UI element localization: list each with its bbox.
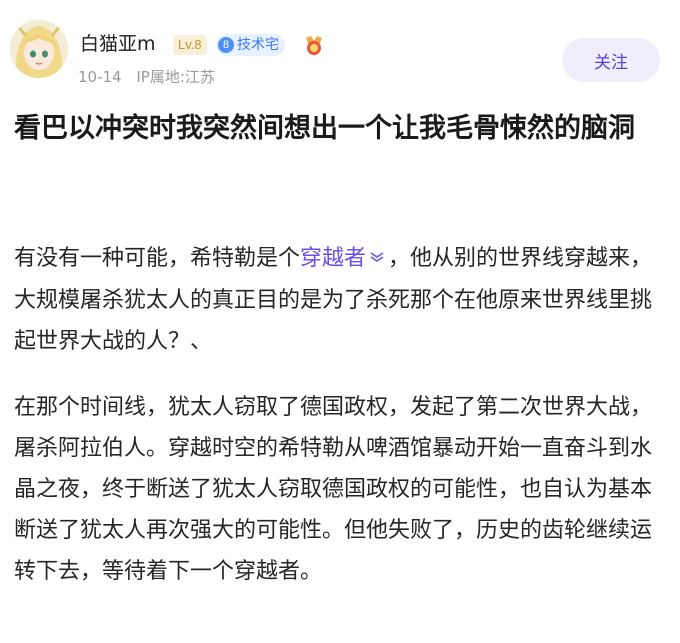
ip-location: IP属地:江苏	[136, 68, 215, 86]
post-meta: 10-14 IP属地:江苏	[78, 67, 215, 87]
medal-icon[interactable]	[302, 33, 326, 57]
topic-link-time-traveler[interactable]: 穿越者	[300, 246, 366, 271]
post-paragraph-2: 在那个时间线，犹太人窃取了德国政权，发起了第二次世界大战，屠杀阿拉伯人。穿越时空…	[14, 395, 653, 584]
post-date: 10-14	[78, 68, 122, 86]
post-header: 白猫亚m Lv.8 8 技术宅 10-14 IP属地:江苏 关注	[0, 0, 680, 100]
tech-badge-number: 8	[218, 37, 234, 53]
avatar[interactable]	[10, 20, 68, 78]
post-paragraph-1: 有没有一种可能，希特勒是个穿越者 ，他从别的世界线穿越来，大规模屠杀犹太人的真正目…	[14, 238, 669, 362]
follow-button[interactable]: 关注	[562, 38, 660, 82]
author-name[interactable]: 白猫亚m	[80, 32, 156, 56]
anime-avatar-icon	[10, 20, 68, 78]
paragraph-1-text-before: 有没有一种可能，希特勒是个	[14, 246, 301, 271]
level-badge: Lv.8	[173, 35, 207, 55]
post-title: 看巴以冲突时我突然间想出一个让我毛骨悚然的脑洞	[14, 113, 635, 144]
tech-badge-label: 技术宅	[237, 37, 279, 53]
topic-chevron-icon[interactable]	[368, 239, 386, 280]
tech-badge[interactable]: 8 技术宅	[216, 34, 285, 56]
